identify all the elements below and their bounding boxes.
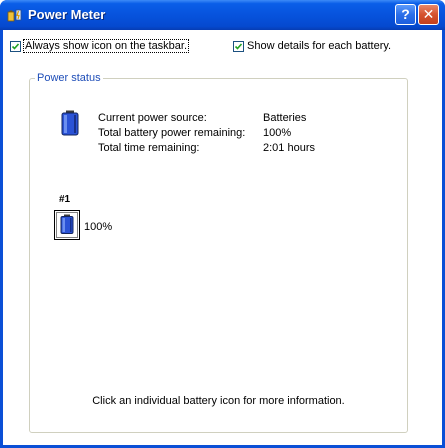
power-meter-icon bbox=[7, 7, 23, 23]
battery-icon bbox=[60, 214, 74, 237]
battery-icon bbox=[61, 110, 79, 136]
window-title: Power Meter bbox=[28, 7, 106, 22]
power-status-legend: Power status bbox=[35, 72, 103, 84]
battery-1-button[interactable] bbox=[54, 210, 80, 240]
always-show-icon-label: Always show icon on the taskbar. bbox=[22, 39, 190, 53]
show-details-checkbox[interactable] bbox=[233, 40, 244, 52]
dialog-body: Always show icon on the taskbar. Show de… bbox=[3, 30, 442, 445]
power-status-group: Power status Current power source: Batte… bbox=[29, 72, 408, 433]
close-button[interactable]: ✕ bbox=[418, 4, 439, 25]
always-show-icon-option[interactable]: Always show icon on the taskbar. bbox=[10, 39, 190, 53]
power-remaining-value: 100% bbox=[263, 127, 292, 139]
show-details-option[interactable]: Show details for each battery. bbox=[233, 40, 391, 52]
title-bar[interactable]: Power Meter ? ✕ bbox=[0, 0, 445, 30]
battery-1-focus-frame bbox=[56, 212, 78, 238]
time-remaining-value: 2:01 hours bbox=[263, 142, 315, 154]
help-button[interactable]: ? bbox=[395, 4, 416, 25]
battery-number-label: #1 bbox=[59, 194, 71, 205]
battery-1-percent: 100% bbox=[84, 221, 113, 233]
help-hint-text: Click an individual battery icon for mor… bbox=[92, 395, 345, 407]
always-show-icon-checkbox[interactable] bbox=[10, 40, 21, 52]
show-details-label: Show details for each battery. bbox=[247, 40, 392, 52]
power-meter-window: Power Meter ? ✕ Always show icon on the … bbox=[0, 0, 445, 448]
time-remaining-label: Total time remaining: bbox=[98, 142, 200, 154]
power-source-label: Current power source: bbox=[98, 112, 207, 124]
power-remaining-label: Total battery power remaining: bbox=[98, 127, 246, 139]
power-source-value: Batteries bbox=[263, 112, 307, 124]
